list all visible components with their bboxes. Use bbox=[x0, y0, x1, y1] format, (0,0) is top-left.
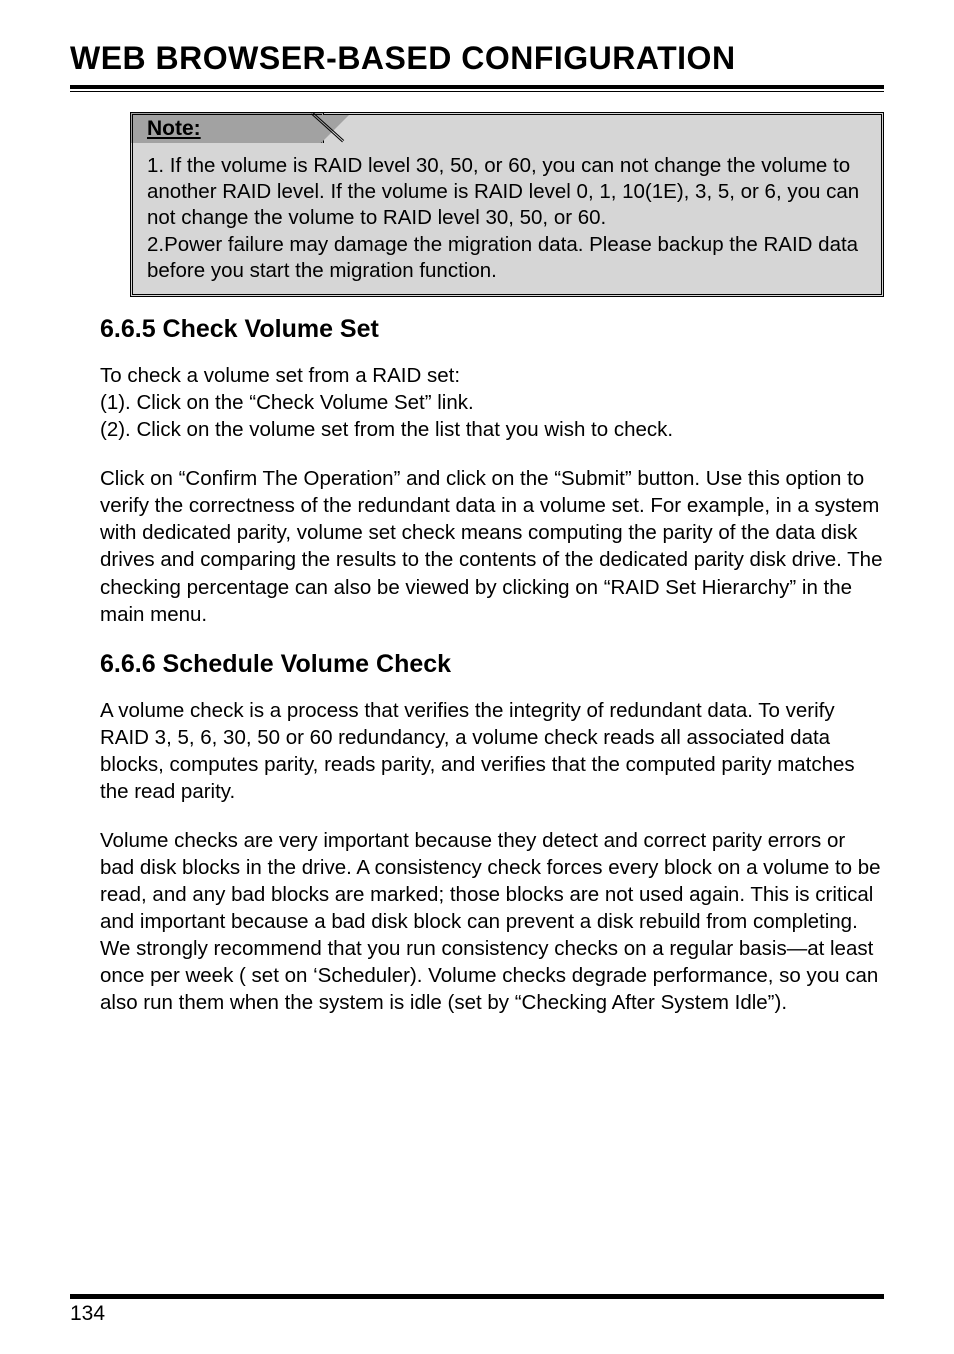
note-box: Note: 1. If the volume is RAID level 30,… bbox=[130, 112, 884, 297]
body-paragraph: Click on “Confirm The Operation” and cli… bbox=[100, 465, 884, 627]
section-heading-schedule-volume-check: 6.6.6 Schedule Volume Check bbox=[100, 650, 884, 679]
body-paragraph: To check a volume set from a RAID set: (… bbox=[100, 362, 884, 443]
title-rule-thick bbox=[70, 85, 884, 89]
page-footer: 134 bbox=[70, 1292, 884, 1326]
page-number: 134 bbox=[70, 1302, 884, 1326]
title-rule-thin bbox=[70, 91, 884, 92]
footer-rule-thick bbox=[70, 1295, 884, 1299]
body-paragraph: A volume check is a process that verifie… bbox=[100, 697, 884, 805]
content-body: 6.6.5 Check Volume Set To check a volume… bbox=[100, 315, 884, 1016]
note-tab: Note: bbox=[130, 112, 324, 143]
section-heading-check-volume-set: 6.6.5 Check Volume Set bbox=[100, 315, 884, 344]
body-paragraph: Volume checks are very important because… bbox=[100, 827, 884, 1016]
note-label: Note: bbox=[147, 117, 201, 140]
page-title: WEB BROWSER-BASED CONFIGURATION bbox=[70, 40, 884, 77]
